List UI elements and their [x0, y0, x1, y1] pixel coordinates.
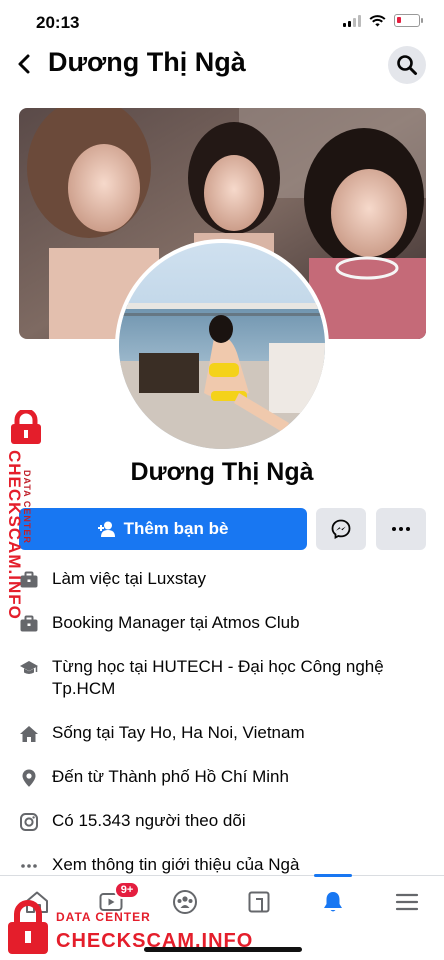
search-button[interactable] — [388, 46, 426, 84]
signal-icon — [343, 14, 361, 27]
detail-work-atmos[interactable]: Booking Manager tại Atmos Club — [18, 612, 438, 634]
menu-tab[interactable] — [380, 876, 434, 928]
page-title: Dương Thị Ngà — [48, 47, 246, 77]
active-tab-indicator — [314, 874, 352, 877]
home-icon — [18, 723, 40, 745]
graduation-cap-icon — [18, 657, 40, 679]
message-button[interactable] — [316, 508, 366, 550]
wifi-icon — [369, 14, 386, 26]
menu-icon — [395, 893, 419, 911]
more-dots-icon — [392, 527, 410, 531]
see-about-info-link[interactable]: Xem thông tin giới thiệu của Ngà — [18, 854, 438, 876]
profile-details: Làm việc tại Luxstay Booking Manager tại… — [18, 568, 438, 898]
lock-icon — [8, 900, 48, 954]
add-user-icon — [97, 521, 115, 537]
watermark-bottom: DATA CENTER CHECKSCAM.INFO — [4, 898, 304, 958]
watermark-side-subtext: DATA CENTER — [22, 470, 32, 544]
watermark-bottom-subtext: DATA CENTER — [56, 910, 151, 924]
watermark-side: CHECKSCAM.INFO DATA CENTER — [4, 410, 44, 620]
lock-icon — [11, 410, 41, 444]
detail-education[interactable]: Từng học tại HUTECH - Đại học Công nghệ … — [18, 656, 438, 700]
detail-followers[interactable]: Có 15.343 người theo dõi — [18, 810, 438, 832]
add-friend-button[interactable]: Thêm bạn bè — [19, 508, 307, 550]
detail-lives-in[interactable]: Sống tại Tay Ho, Ha Noi, Vietnam — [18, 722, 438, 744]
avatar-image — [119, 243, 325, 449]
instagram-icon — [18, 811, 40, 833]
more-options-button[interactable] — [376, 508, 426, 550]
more-dots-icon — [18, 855, 40, 877]
detail-text: Sống tại Tay Ho, Ha Noi, Vietnam — [52, 723, 305, 742]
detail-from[interactable]: Đến từ Thành phố Hồ Chí Minh — [18, 766, 438, 788]
profile-name: Dương Thị Ngà — [130, 458, 314, 486]
watermark-side-text: CHECKSCAM.INFO — [5, 450, 24, 620]
battery-icon — [394, 14, 423, 27]
chevron-left-icon — [18, 54, 30, 74]
profile-avatar[interactable] — [115, 239, 329, 453]
back-button[interactable] — [14, 50, 34, 78]
location-pin-icon — [18, 767, 40, 789]
detail-work-luxstay[interactable]: Làm việc tại Luxstay — [18, 568, 438, 590]
detail-text: Đến từ Thành phố Hồ Chí Minh — [52, 767, 289, 786]
watch-badge: 9+ — [114, 881, 140, 899]
messenger-icon — [331, 519, 351, 539]
detail-text: Xem thông tin giới thiệu của Ngà — [52, 855, 300, 874]
detail-text: Booking Manager tại Atmos Club — [52, 613, 300, 632]
status-icons — [343, 14, 423, 27]
detail-text: Từng học tại HUTECH - Đại học Công nghệ … — [52, 657, 384, 698]
search-icon — [397, 55, 417, 75]
status-bar: 20:13 — [0, 0, 444, 46]
notifications-tab[interactable] — [306, 874, 360, 928]
profile-header: Dương Thị Ngà — [0, 46, 444, 86]
detail-text: Làm việc tại Luxstay — [52, 569, 207, 588]
add-friend-label: Thêm bạn bè — [123, 519, 229, 538]
bell-icon — [324, 892, 342, 912]
detail-text: Có 15.343 người theo dõi — [52, 811, 246, 830]
watermark-bottom-text: CHECKSCAM.INFO — [56, 930, 254, 952]
status-time: 20:13 — [36, 13, 80, 32]
profile-actions: Thêm bạn bè — [19, 508, 426, 550]
